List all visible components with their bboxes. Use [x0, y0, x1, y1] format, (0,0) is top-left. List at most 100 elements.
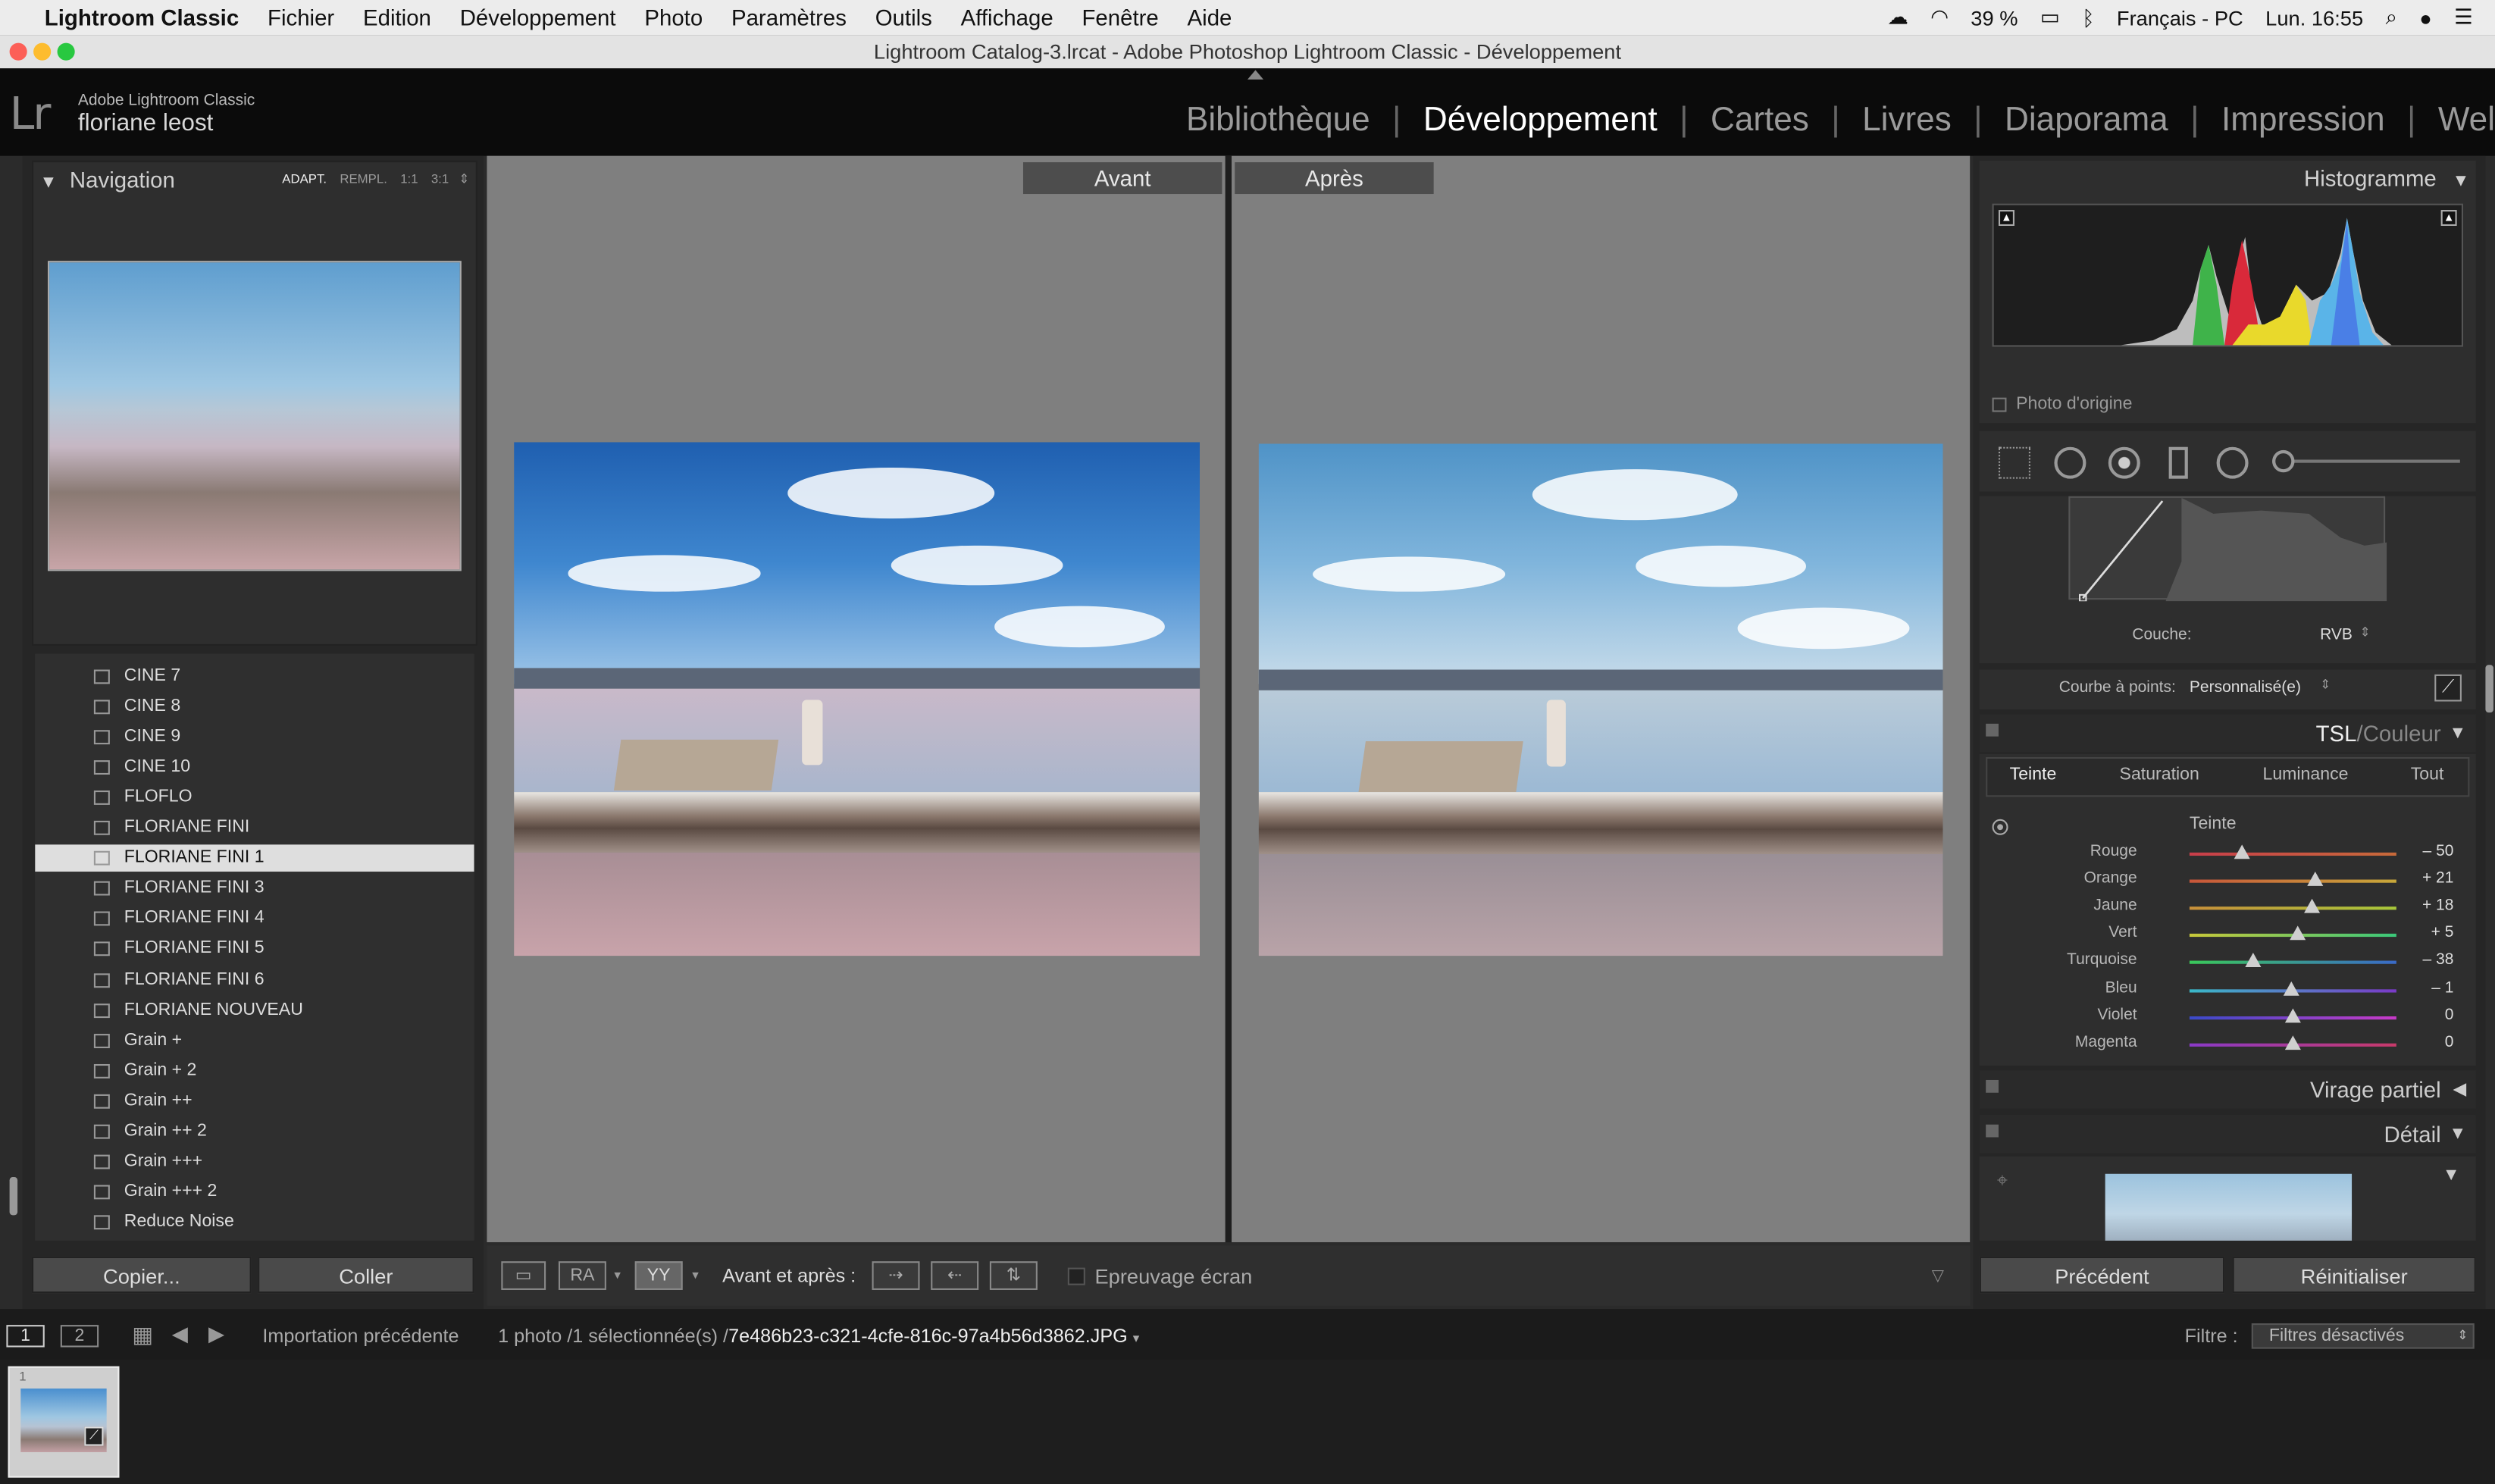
slider-handle[interactable]	[2233, 844, 2249, 859]
module-bibliotheque[interactable]: Bibliothèque	[1164, 102, 1392, 139]
panel-toggle-switch[interactable]	[1986, 723, 1999, 737]
screen-2-button[interactable]: 2	[60, 1325, 99, 1348]
spot-removal-icon[interactable]	[2054, 446, 2086, 479]
slider-value[interactable]: + 5	[2431, 925, 2454, 942]
menu-photo[interactable]: Photo	[644, 5, 703, 30]
point-curve-stepper-icon[interactable]: ⇕	[2320, 678, 2331, 692]
preset-item[interactable]: FLORIANE FINI 1	[35, 844, 474, 872]
menu-edition[interactable]: Edition	[363, 5, 431, 30]
battery-percent[interactable]: 39 %	[1971, 5, 2018, 29]
slider-value[interactable]: + 18	[2422, 897, 2453, 915]
zoom-window-button[interactable]	[57, 42, 75, 61]
loupe-view-button[interactable]: ▭	[501, 1261, 546, 1290]
preset-item[interactable]: CINE 8	[35, 693, 474, 721]
preset-item[interactable]: CINE 7	[35, 663, 474, 690]
targeted-adjustment-icon[interactable]	[1992, 819, 2008, 835]
top-panel-toggle-icon[interactable]	[1248, 70, 1264, 80]
preset-item[interactable]: Reduce Noise	[35, 1209, 474, 1236]
module-impression[interactable]: Impression	[2199, 102, 2407, 139]
navigator-preview[interactable]	[47, 261, 462, 571]
before-photo[interactable]	[514, 442, 1201, 956]
module-cartes[interactable]: Cartes	[1689, 102, 1832, 139]
preset-item[interactable]: Grain + 2	[35, 1057, 474, 1085]
slider-track[interactable]	[2189, 906, 2396, 910]
histogram-graph[interactable]: ▲ ▲	[1992, 203, 2464, 347]
preset-item[interactable]: CINE 10	[35, 754, 474, 781]
view-dropdown-icon[interactable]: ▾	[614, 1268, 620, 1282]
slider-handle[interactable]	[2246, 953, 2262, 968]
menu-app-name[interactable]: Lightroom Classic	[45, 5, 239, 30]
menu-aide[interactable]: Aide	[1188, 5, 1232, 30]
histogram-header[interactable]: Histogramme ▼	[2304, 161, 2469, 196]
menu-affichage[interactable]: Affichage	[961, 5, 1053, 30]
zoom-1-1[interactable]: 1:1	[400, 172, 418, 186]
tab-luminance[interactable]: Luminance	[2262, 765, 2348, 784]
spotlight-search-icon[interactable]: ⌕	[2386, 5, 2397, 30]
close-window-button[interactable]	[9, 42, 27, 61]
left-panel-scrollbar[interactable]	[9, 1176, 18, 1216]
slider-track[interactable]	[2189, 961, 2396, 965]
slider-value[interactable]: + 21	[2422, 870, 2453, 888]
preset-item[interactable]: FLORIANE FINI 4	[35, 906, 474, 933]
adjustment-brush-icon[interactable]	[2272, 449, 2295, 473]
slider-handle[interactable]	[2303, 899, 2320, 913]
preset-item[interactable]: FLORIANE FINI	[35, 815, 474, 842]
module-livres[interactable]: Livres	[1840, 102, 1974, 139]
right-panel-scrollbar[interactable]	[2485, 665, 2493, 713]
detail-target-icon[interactable]: ⌖	[1997, 1169, 2008, 1192]
zoom-3-1[interactable]: 3:1	[431, 172, 449, 186]
source-label[interactable]: Importation précédente	[262, 1325, 459, 1347]
graduated-filter-icon[interactable]	[2168, 446, 2188, 479]
module-diaporama[interactable]: Diaporama	[1983, 102, 2190, 139]
expand-triangle-icon[interactable]: ◀	[2453, 1070, 2466, 1108]
view-dropdown-icon-2[interactable]: ▾	[692, 1268, 698, 1282]
slider-handle[interactable]	[2290, 926, 2306, 941]
file-dropdown-icon[interactable]: ▾	[1133, 1332, 1139, 1346]
crop-overlay-icon[interactable]	[1998, 446, 2030, 479]
highlight-clipping-toggle-icon[interactable]: ▲	[2440, 210, 2457, 227]
tab-saturation[interactable]: Saturation	[2120, 765, 2199, 784]
reset-button[interactable]: Réinitialiser	[2232, 1256, 2476, 1294]
hsl-header[interactable]: TSL/Couleur ▼	[1979, 714, 2476, 753]
back-arrow-icon[interactable]: ◀	[172, 1322, 188, 1348]
slider-handle[interactable]	[2284, 1007, 2301, 1022]
slider-value[interactable]: – 1	[2431, 979, 2453, 997]
channel-select[interactable]: RVB	[2320, 627, 2353, 644]
preset-item[interactable]: FLORIANE NOUVEAU	[35, 997, 474, 1024]
slider-handle[interactable]	[2284, 1035, 2301, 1050]
detail-header[interactable]: Détail ▼	[1979, 1115, 2476, 1154]
slider-value[interactable]: 0	[2445, 1033, 2454, 1050]
preset-item[interactable]: Grain +	[35, 1027, 474, 1054]
filter-select[interactable]: Filtres désactivés ⇕	[2251, 1323, 2475, 1349]
module-developpement[interactable]: Développement	[1401, 102, 1680, 139]
slider-value[interactable]: 0	[2445, 1007, 2454, 1024]
previous-button[interactable]: Précédent	[1979, 1256, 2225, 1294]
bluetooth-icon[interactable]: ᛒ	[2082, 5, 2094, 29]
zoom-fill[interactable]: REMPL.	[340, 172, 387, 186]
selection-info[interactable]: 1 photo /1 sélectionnée(s) /7e486b23-c32…	[498, 1325, 1139, 1347]
panel-toggle-switch[interactable]	[1986, 1124, 1999, 1138]
edit-point-curve-icon[interactable]: ⟋	[2434, 674, 2462, 702]
toolbar-menu-chevron-icon[interactable]: ▽	[1932, 1268, 1944, 1285]
forward-arrow-icon[interactable]: ▶	[208, 1322, 224, 1348]
adjustment-brush-slider[interactable]	[2272, 459, 2460, 463]
preset-item[interactable]: Grain ++ 2	[35, 1118, 474, 1145]
input-source[interactable]: Français - PC	[2117, 5, 2243, 29]
preset-item[interactable]: Grain ++	[35, 1088, 474, 1115]
navigator-header[interactable]: ▼ Navigation	[39, 162, 174, 197]
before-after-lr-button[interactable]: RA	[558, 1261, 606, 1290]
copy-after-to-before-button[interactable]: ⇠	[931, 1261, 979, 1290]
preset-item[interactable]: FLORIANE FINI 3	[35, 875, 474, 903]
zoom-fit[interactable]: ADAPT.	[282, 172, 327, 186]
collapse-triangle-icon[interactable]: ▼	[2453, 172, 2470, 191]
preset-item[interactable]: FLORIANE FINI 5	[35, 936, 474, 963]
siri-icon[interactable]: ●	[2419, 5, 2432, 29]
detail-preview[interactable]	[2105, 1173, 2353, 1241]
menu-outils[interactable]: Outils	[875, 5, 932, 30]
menu-fenetre[interactable]: Fenêtre	[1082, 5, 1158, 30]
collapse-triangle-icon[interactable]: ▼	[2449, 714, 2466, 752]
softproof-checkbox[interactable]	[1067, 1267, 1085, 1285]
copy-before-to-after-button[interactable]: ⇢	[872, 1261, 920, 1290]
paste-settings-button[interactable]: Coller	[258, 1256, 474, 1294]
tone-curve-graph[interactable]	[2068, 496, 2387, 602]
